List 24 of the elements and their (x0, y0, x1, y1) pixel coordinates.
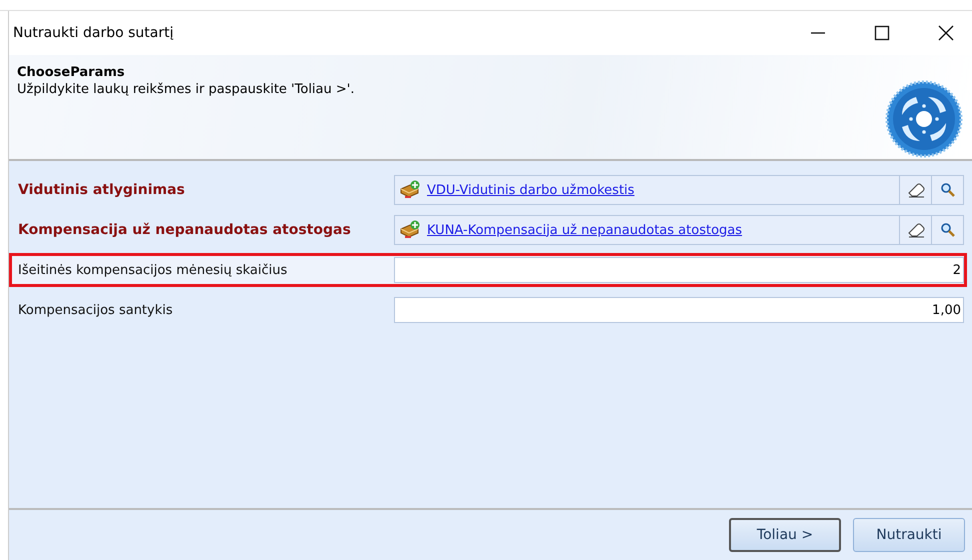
cancel-button[interactable]: Nutraukti (853, 518, 965, 552)
book-add-icon (399, 180, 421, 200)
next-button[interactable]: Toliau > (729, 518, 841, 552)
lookup-link[interactable]: KUNA-Kompensacija už nepanaudotas atostogas (427, 222, 899, 238)
book-add-icon (399, 220, 421, 240)
field-label: Kompensacijos santykis (17, 302, 174, 318)
lookup-field[interactable]: VDU-Vidutinis darbo užmokestis (394, 175, 964, 205)
lookup-link[interactable]: VDU-Vidutinis darbo užmokestis (427, 182, 899, 198)
step-title: ChooseParams (17, 65, 126, 80)
magnifier-icon (940, 182, 956, 198)
window-title: Nutraukti darbo sutartį (13, 25, 174, 41)
field-label: Išeitinės kompensacijos mėnesių skaičius (17, 262, 288, 278)
eraser-icon (906, 182, 926, 198)
number-field[interactable]: 1,00 (394, 297, 964, 323)
field-label: Kompensacija už nepanaudotas atostogas (17, 222, 352, 238)
maximize-icon[interactable] (874, 25, 890, 41)
gear-icon (884, 79, 964, 159)
step-description: Užpildykite laukų reikšmes ir paspauskite 'Toliau >'. (17, 82, 354, 97)
number-field[interactable]: 2 (394, 257, 964, 283)
lookup-field[interactable]: KUNA-Kompensacija už nepanaudotas atostogas (394, 215, 964, 245)
magnifier-icon (940, 222, 956, 238)
field-label: Vidutinis atlyginimas (17, 182, 186, 198)
close-icon[interactable] (938, 25, 954, 41)
eraser-icon (906, 222, 926, 238)
